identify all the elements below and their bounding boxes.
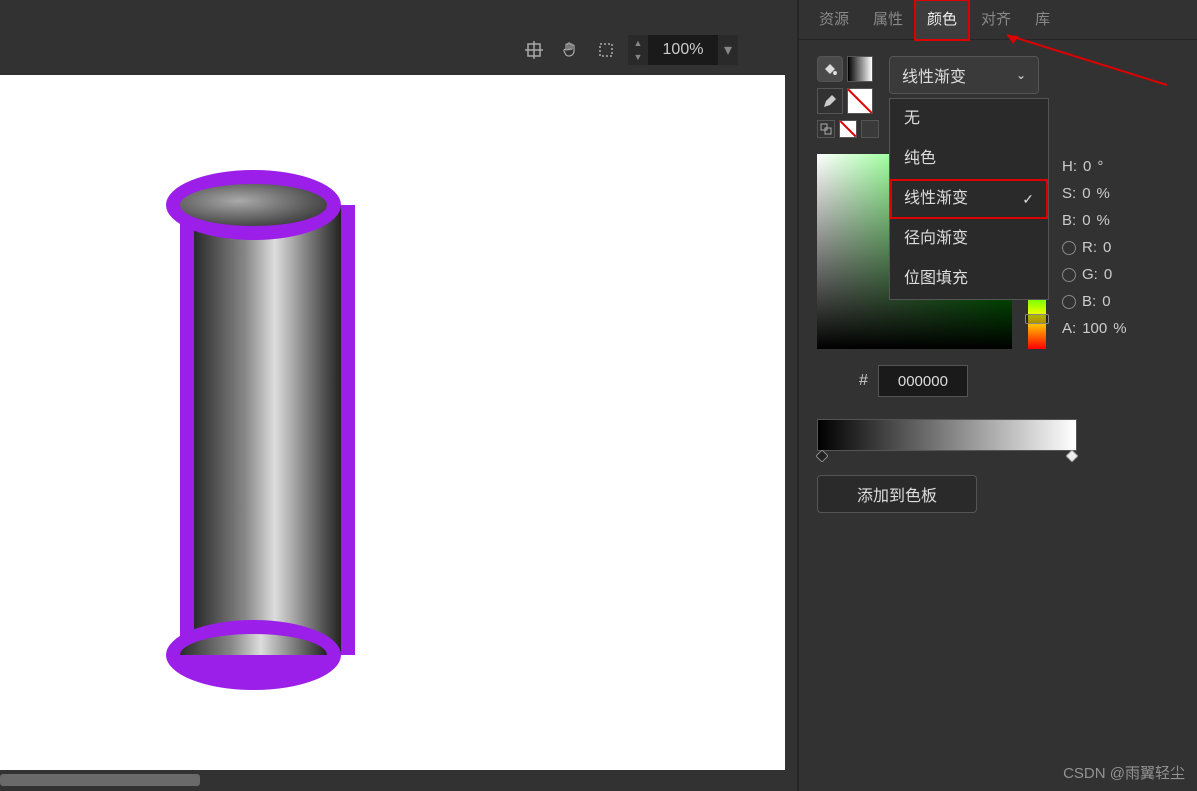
canvas[interactable] — [0, 75, 785, 770]
tab-align[interactable]: 对齐 — [969, 0, 1023, 40]
hue-value: H: 0 ° — [1062, 158, 1127, 175]
horizontal-scrollbar[interactable] — [0, 774, 200, 786]
extra-swatch[interactable] — [861, 120, 879, 138]
fill-option-bitmap[interactable]: 位图填充 — [890, 259, 1048, 299]
zoom-input[interactable] — [648, 35, 718, 65]
cylinder-top — [166, 170, 341, 240]
cylinder-body — [180, 205, 355, 655]
fill-section: 线性渐变 ⌄ 无 纯色 线性渐变✓ 径向渐变 位图填充 — [799, 40, 1197, 146]
add-to-swatches-button[interactable]: 添加到色板 — [817, 475, 977, 513]
hex-label: # — [859, 372, 868, 390]
fill-gradient-swatch[interactable] — [847, 56, 873, 82]
zoom-dropdown-icon[interactable]: ▾ — [718, 40, 738, 60]
cylinder-shape[interactable] — [180, 205, 355, 655]
canvas-toolbar: ▲ ▼ ▾ — [520, 35, 738, 65]
tab-library[interactable]: 库 — [1023, 0, 1062, 40]
fill-option-solid[interactable]: 纯色 — [890, 139, 1048, 179]
zoom-up-icon[interactable]: ▲ — [628, 36, 648, 50]
alpha-value: A: 100 % — [1062, 320, 1127, 337]
green-value[interactable]: G: 0 — [1062, 266, 1127, 283]
blue-value[interactable]: B: 0 — [1062, 293, 1127, 310]
panel-tabs: 资源 属性 颜色 对齐 库 — [799, 0, 1197, 40]
watermark: CSDN @雨翼轻尘 — [1063, 762, 1185, 783]
gradient-stop-right[interactable] — [1066, 450, 1078, 462]
tab-properties[interactable]: 属性 — [861, 0, 915, 40]
fill-option-linear[interactable]: 线性渐变✓ — [890, 179, 1048, 219]
stroke-none-swatch[interactable] — [847, 88, 873, 114]
tab-resources[interactable]: 资源 — [807, 0, 861, 40]
zoom-control: ▲ ▼ ▾ — [628, 35, 738, 65]
swap-icon[interactable] — [817, 120, 835, 138]
stroke-pencil-icon[interactable] — [817, 88, 843, 114]
fill-type-dropdown: 线性渐变 ⌄ 无 纯色 线性渐变✓ 径向渐变 位图填充 — [889, 56, 1039, 94]
color-values: H: 0 ° S: 0 % B: 0 % R: 0 G: 0 B: 0 A: 1… — [1062, 154, 1127, 349]
tab-color[interactable]: 颜色 — [915, 0, 969, 40]
bri-value: B: 0 % — [1062, 212, 1127, 229]
right-panel: 资源 属性 颜色 对齐 库 线性渐变 ⌄ — [797, 0, 1197, 791]
hex-input[interactable] — [878, 365, 968, 397]
default-swatch[interactable] — [839, 120, 857, 138]
canvas-area: ▲ ▼ ▾ — [0, 0, 790, 791]
gradient-bar[interactable] — [817, 419, 1077, 451]
hue-handle[interactable] — [1025, 314, 1049, 324]
fill-type-menu: 无 纯色 线性渐变✓ 径向渐变 位图填充 — [889, 98, 1049, 300]
hex-row: # — [799, 357, 1197, 405]
crop-icon[interactable] — [592, 36, 620, 64]
fill-option-none[interactable]: 无 — [890, 99, 1048, 139]
hand-icon[interactable] — [556, 36, 584, 64]
checkmark-icon: ✓ — [1022, 179, 1034, 219]
fill-type-label: 线性渐变 — [902, 63, 966, 87]
gradient-stop-left[interactable] — [816, 450, 828, 462]
fill-bucket-icon[interactable] — [817, 56, 843, 82]
zoom-down-icon[interactable]: ▼ — [628, 50, 648, 64]
cylinder-bottom — [166, 620, 341, 690]
gradient-editor — [799, 405, 1197, 465]
sat-value: S: 0 % — [1062, 185, 1127, 202]
fill-type-button[interactable]: 线性渐变 ⌄ — [889, 56, 1039, 94]
align-icon[interactable] — [520, 36, 548, 64]
red-value[interactable]: R: 0 — [1062, 239, 1127, 256]
chevron-down-icon: ⌄ — [1016, 68, 1026, 82]
fill-option-radial[interactable]: 径向渐变 — [890, 219, 1048, 259]
